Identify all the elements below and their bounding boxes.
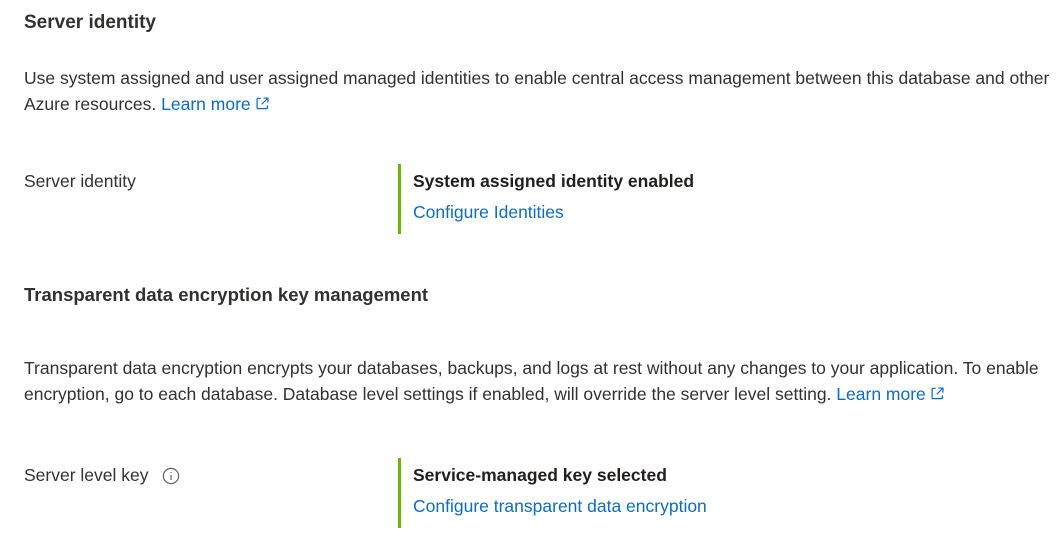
configure-identities-link[interactable]: Configure Identities <box>413 201 564 223</box>
external-link-icon <box>256 97 269 110</box>
server-identity-description: Use system assigned and user assigned ma… <box>24 65 1064 117</box>
external-link-icon <box>931 387 944 400</box>
server-identity-learn-more-link[interactable]: Learn more <box>161 94 270 114</box>
tde-description: Transparent data encryption encrypts you… <box>24 355 1064 407</box>
server-identity-label-text: Server identity <box>24 171 136 191</box>
server-identity-row-label: Server identity <box>24 171 136 192</box>
server-level-key-status: Service-managed key selected <box>413 465 667 485</box>
tde-heading: Transparent data encryption key manageme… <box>24 284 429 305</box>
info-icon[interactable] <box>162 467 180 485</box>
configure-tde-link[interactable]: Configure transparent data encryption <box>413 495 707 517</box>
learn-more-label: Learn more <box>161 94 251 114</box>
server-level-key-value: Service-managed key selected Configure t… <box>398 458 707 528</box>
learn-more-label: Learn more <box>836 384 926 404</box>
server-identity-value: System assigned identity enabled Configu… <box>398 164 694 234</box>
server-security-panel: Server identity Use system assigned and … <box>0 0 1064 542</box>
server-level-key-row-label: Server level key <box>24 465 180 486</box>
tde-learn-more-link[interactable]: Learn more <box>836 384 945 404</box>
server-identity-status: System assigned identity enabled <box>413 171 695 191</box>
server-level-key-label-text: Server level key <box>24 465 149 485</box>
server-identity-heading: Server identity <box>24 12 156 33</box>
